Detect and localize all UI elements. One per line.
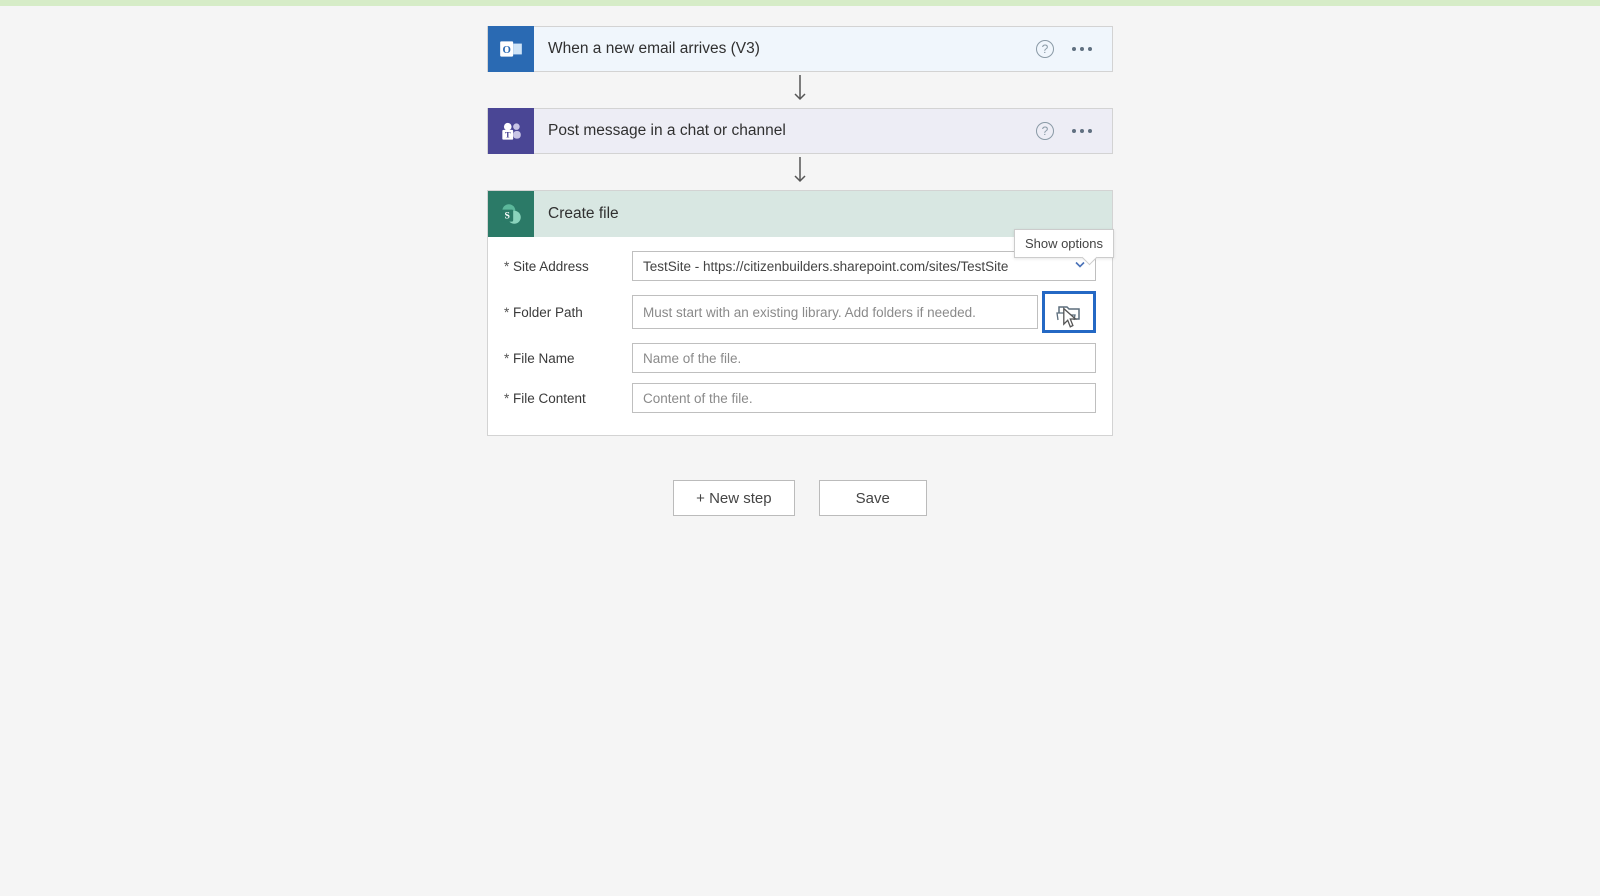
file-name-input[interactable]: Name of the file. xyxy=(632,343,1096,373)
site-address-label: Site Address xyxy=(504,259,632,274)
connector-arrow xyxy=(792,72,808,108)
cursor-icon xyxy=(1055,306,1083,332)
more-menu-icon[interactable] xyxy=(1072,129,1092,133)
teams-action-title: Post message in a chat or channel xyxy=(534,122,1036,140)
file-name-label: File Name xyxy=(504,351,632,366)
flow-canvas: O When a new email arrives (V3) ? T Post… xyxy=(0,6,1600,516)
new-step-button[interactable]: + New step xyxy=(673,480,794,516)
help-icon[interactable]: ? xyxy=(1036,122,1054,140)
field-row-file-content: File Content Content of the file. xyxy=(504,383,1096,413)
trigger-card-outlook[interactable]: O When a new email arrives (V3) ? xyxy=(487,26,1113,72)
sharepoint-action-title: Create file xyxy=(534,205,1112,223)
folder-path-input[interactable]: Must start with an existing library. Add… xyxy=(632,295,1038,329)
folder-path-label: Folder Path xyxy=(504,305,632,320)
action-card-teams[interactable]: T Post message in a chat or channel ? xyxy=(487,108,1113,154)
trigger-title: When a new email arrives (V3) xyxy=(534,40,1036,58)
connector-arrow xyxy=(792,154,808,190)
file-content-input[interactable]: Content of the file. xyxy=(632,383,1096,413)
field-row-file-name: File Name Name of the file. xyxy=(504,343,1096,373)
sharepoint-form: Site Address TestSite - https://citizenb… xyxy=(488,237,1112,435)
site-address-value: TestSite - https://citizenbuilders.share… xyxy=(643,259,1008,274)
save-button[interactable]: Save xyxy=(819,480,927,516)
outlook-icon: O xyxy=(488,26,534,72)
svg-text:T: T xyxy=(505,130,511,140)
svg-text:S: S xyxy=(504,210,510,221)
svg-text:O: O xyxy=(502,44,510,56)
teams-icon: T xyxy=(488,108,534,154)
action-card-sharepoint: S Create file Show options Site Address … xyxy=(487,190,1113,436)
field-row-folder-path: Folder Path Must start with an existing … xyxy=(504,291,1096,333)
folder-picker-button[interactable] xyxy=(1042,291,1096,333)
sharepoint-header[interactable]: S Create file Show options xyxy=(488,191,1112,237)
sharepoint-icon: S xyxy=(488,191,534,237)
file-content-label: File Content xyxy=(504,391,632,406)
help-icon[interactable]: ? xyxy=(1036,40,1054,58)
show-options-tooltip[interactable]: Show options xyxy=(1014,229,1114,258)
field-row-site-address: Site Address TestSite - https://citizenb… xyxy=(504,251,1096,281)
flow-footer-buttons: + New step Save xyxy=(673,480,927,516)
more-menu-icon[interactable] xyxy=(1072,47,1092,51)
